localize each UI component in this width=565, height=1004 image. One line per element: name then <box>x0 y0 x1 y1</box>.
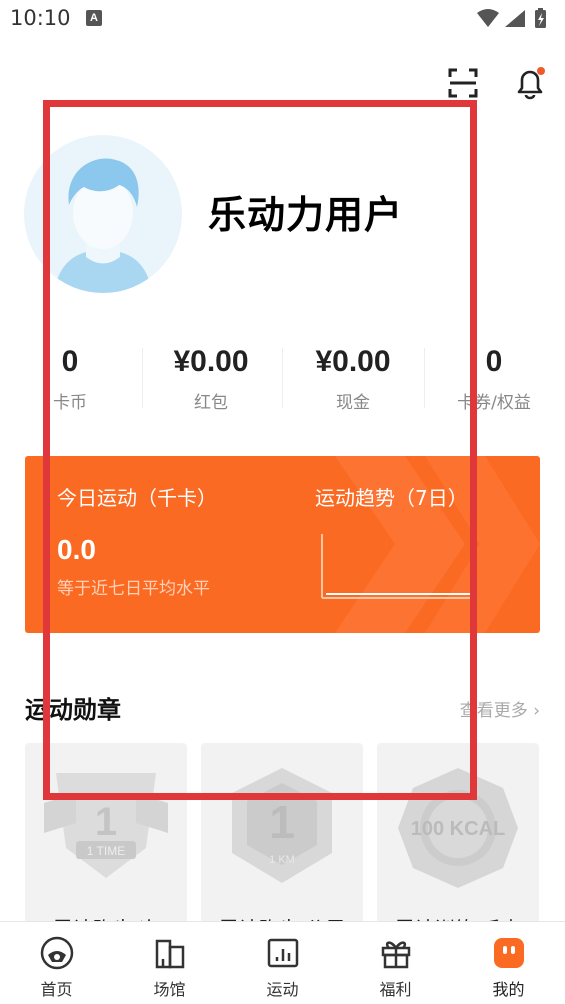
username[interactable]: 乐动力用户 <box>208 184 403 239</box>
status-time: 10:10 <box>10 6 71 30</box>
venue-icon <box>151 934 189 972</box>
medal-badge-icon: 1 1 KM <box>201 763 363 913</box>
default-avatar-icon <box>54 158 152 293</box>
wallet-stats: 0 卡币 ¥0.00 红包 ¥0.00 现金 0 卡券/权益 <box>0 340 565 420</box>
svg-text:1: 1 <box>269 796 295 848</box>
profile-icon <box>490 934 528 972</box>
badge-text: 1 TIME <box>87 844 125 858</box>
nav-label: 福利 <box>379 980 412 999</box>
avatar[interactable] <box>24 135 182 293</box>
today-sport-card[interactable]: 今日运动（千卡） 运动趋势（7日） 0.0 等于近七日平均水平 <box>25 456 540 633</box>
medal-card-run-times[interactable]: 1 1 TIME 累计跑步/次 <box>25 743 187 943</box>
svg-text:1: 1 <box>95 800 117 844</box>
signal-icon <box>505 10 525 27</box>
sport-trend-title: 运动趋势（7日） <box>315 486 468 510</box>
wifi-icon <box>477 9 499 27</box>
nav-label: 我的 <box>492 980 525 999</box>
badge-text: 1 KM <box>269 854 295 866</box>
today-calories-value: 0.0 <box>57 534 96 565</box>
stat-label: 现金 <box>336 393 370 413</box>
sport-chart-icon <box>264 934 302 972</box>
stat-value: 0 <box>485 345 503 378</box>
nav-item-home[interactable]: 首页 <box>0 922 113 1004</box>
status-indicator-icon: A <box>86 10 102 26</box>
top-actions <box>325 60 565 106</box>
medal-badge-icon: 100 KCAL <box>377 763 539 913</box>
home-icon <box>38 934 76 972</box>
nav-item-mine[interactable]: 我的 <box>452 922 565 1004</box>
stat-red-packet[interactable]: ¥0.00 红包 <box>141 340 281 413</box>
bell-icon[interactable] <box>507 60 553 106</box>
medal-badge-icon: 1 1 TIME <box>25 763 187 913</box>
today-sport-subtitle: 等于近七日平均水平 <box>57 579 210 599</box>
stat-label: 红包 <box>194 393 228 413</box>
stat-value: ¥0.00 <box>315 345 391 378</box>
bottom-nav: 首页 场馆 运动 福利 我的 <box>0 921 565 1004</box>
nav-label: 首页 <box>40 980 73 999</box>
battery-icon <box>535 8 546 28</box>
nav-item-sport[interactable]: 运动 <box>226 922 339 1004</box>
notification-dot <box>537 67 545 75</box>
stat-label: 卡券/权益 <box>457 393 531 413</box>
gift-icon <box>377 934 415 972</box>
stat-label: 卡币 <box>53 393 87 413</box>
nav-label: 运动 <box>266 980 299 999</box>
nav-label: 场馆 <box>153 980 186 999</box>
profile-screen: 10:10 A 乐动力用户 0 卡币 ¥0.00 红包 ¥0.00 现金 0 卡… <box>0 0 565 1004</box>
status-icons <box>477 8 546 28</box>
nav-item-venue[interactable]: 场馆 <box>113 922 226 1004</box>
medals-section-title: 运动勋章 <box>25 696 121 724</box>
nav-item-benefits[interactable]: 福利 <box>339 922 452 1004</box>
medal-card-run-km[interactable]: 1 1 KM 累计跑步/公里 <box>201 743 363 943</box>
stat-value: ¥0.00 <box>173 345 249 378</box>
medal-card-train-kcal[interactable]: 100 KCAL 累计训练/千卡 <box>377 743 539 943</box>
today-sport-title: 今日运动（千卡） <box>57 486 217 510</box>
stat-value: 0 <box>61 345 79 378</box>
status-bar: 10:10 A <box>0 0 565 38</box>
stat-coins[interactable]: 0 卡币 <box>0 340 140 413</box>
badge-text: 100 KCAL <box>411 818 505 840</box>
stat-coupons[interactable]: 0 卡券/权益 <box>424 340 564 413</box>
chevron-right-icon: › <box>533 701 540 721</box>
see-more-label: 查看更多 <box>459 701 528 721</box>
stat-cash[interactable]: ¥0.00 现金 <box>283 340 423 413</box>
see-more-link[interactable]: 查看更多 › <box>460 696 540 721</box>
scan-icon[interactable] <box>440 60 486 106</box>
trend-chart <box>321 534 476 599</box>
